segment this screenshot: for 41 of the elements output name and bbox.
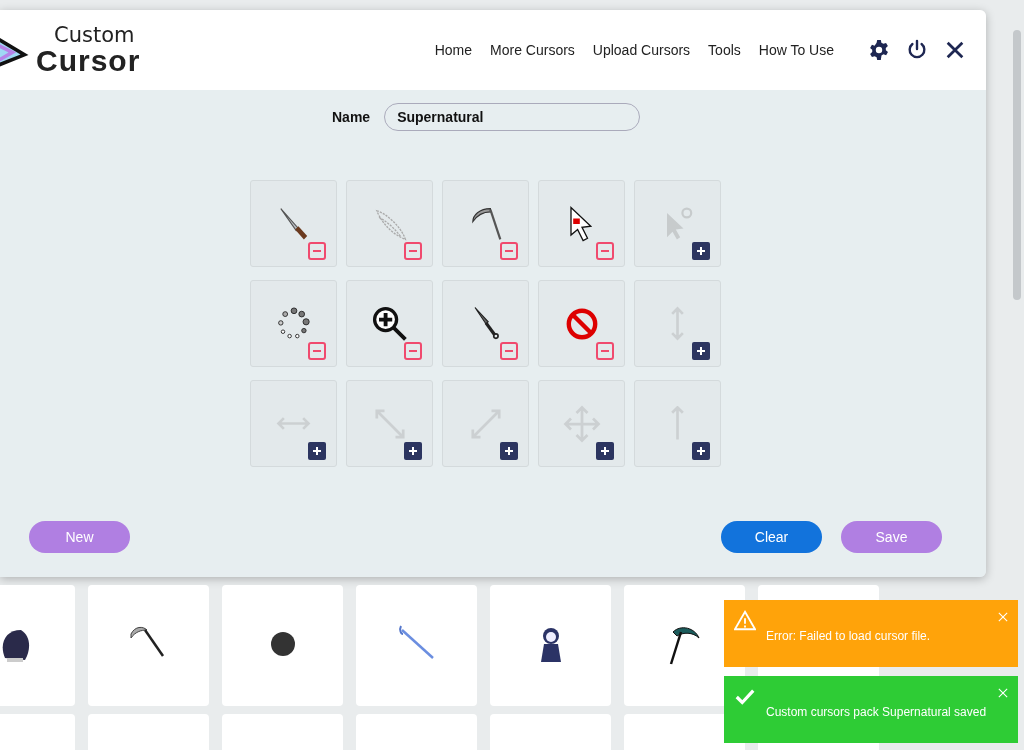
name-field[interactable]: Supernatural [384,103,641,131]
cursor-card[interactable] [222,585,343,706]
clear-button[interactable]: Clear [721,521,822,553]
nav-link[interactable]: Upload Cursors [592,42,691,58]
settings-icon[interactable] [868,39,890,61]
logo-text: Custom Cursor [36,24,141,76]
name-label: Name [332,109,371,125]
remove-icon[interactable] [596,242,614,260]
add-icon[interactable] [308,442,326,460]
cursor-slot[interactable] [634,180,721,267]
remove-icon[interactable] [500,342,518,360]
cursor-slot[interactable] [250,380,337,467]
nav-link[interactable]: Tools [708,42,741,58]
add-icon[interactable] [692,342,710,360]
add-icon[interactable] [692,442,710,460]
remove-icon[interactable] [404,342,422,360]
remove-icon[interactable] [500,242,518,260]
add-icon[interactable] [500,442,518,460]
cursor-slot[interactable] [346,380,433,467]
add-icon[interactable] [404,442,422,460]
remove-icon[interactable] [404,242,422,260]
cursor-slot[interactable] [346,280,433,367]
add-icon[interactable] [596,442,614,460]
toast-message: Custom cursors pack Supernatural saved [766,705,988,719]
add-icon[interactable] [692,242,710,260]
cursor-card[interactable] [490,585,611,706]
remove-icon[interactable] [596,342,614,360]
close-icon[interactable] [944,39,966,61]
nav-link[interactable]: Home [434,42,473,58]
cursor-slot[interactable] [634,280,721,367]
remove-icon[interactable] [308,242,326,260]
nav-link[interactable]: How To Use [758,42,834,58]
toast-message: Error: Failed to load cursor file. [766,629,932,643]
warning-icon [734,610,756,632]
remove-icon[interactable] [308,342,326,360]
power-icon[interactable] [906,39,928,61]
cursor-slot[interactable] [538,380,625,467]
scrollbar[interactable] [1013,30,1021,300]
cursor-slot[interactable] [442,380,529,467]
nav-link[interactable]: More Cursors [490,42,575,58]
cursor-slot[interactable] [634,380,721,467]
